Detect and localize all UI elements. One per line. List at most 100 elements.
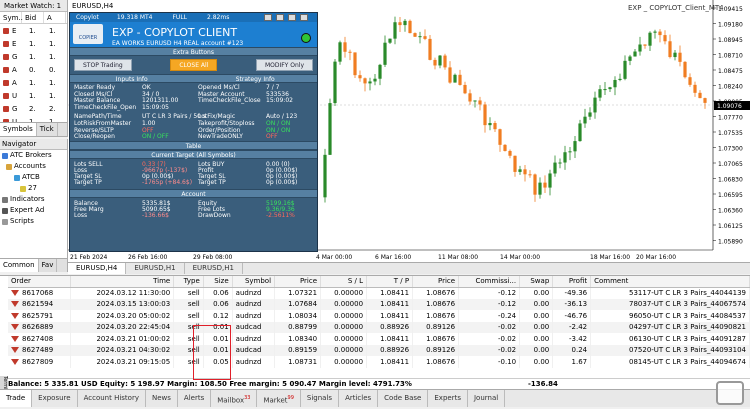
order-id: 8621594	[22, 300, 54, 309]
terminal-tab-alerts[interactable]: Alerts	[178, 390, 212, 407]
col-symbol[interactable]: Sym..	[0, 12, 23, 23]
tab-common[interactable]: Common	[0, 259, 39, 272]
column-header[interactable]: Swap	[519, 276, 554, 288]
candle-body	[653, 31, 657, 33]
nav-label: Accounts	[14, 162, 46, 170]
candle-body	[503, 144, 507, 151]
symbol-row[interactable]: G 1. 1.	[0, 50, 67, 63]
chart-tab-3[interactable]: EURUSD,H1	[185, 263, 243, 274]
chart-tab-2[interactable]: EURUSD,H1	[126, 263, 185, 274]
modify-only-button[interactable]: MODIFY Only	[255, 59, 313, 71]
terminal-tab-signals[interactable]: Signals	[301, 390, 340, 407]
time-label: 14 Mar 00:00	[500, 254, 540, 261]
chart-tab-1[interactable]: EURUSD,H4	[68, 263, 127, 274]
info-row: Close/Reopen ON / OFF NewTradeONLY OFF	[70, 134, 317, 141]
tab-favorites[interactable]: Fav	[39, 259, 58, 272]
symbol-row[interactable]: E 1. 1.	[0, 24, 67, 37]
terminal-tab-mailbox[interactable]: Mailbox33	[211, 390, 258, 407]
minimize-icon[interactable]	[288, 14, 296, 21]
table-row[interactable]: 8627809 2024.03.21 09:15:05 sell 0.05 audnzd…	[8, 356, 750, 368]
candle-body	[413, 33, 417, 37]
nav-indicators[interactable]: Indicators	[0, 194, 67, 205]
table-cell: 1.07321	[274, 287, 322, 299]
candle-body	[348, 51, 352, 53]
settings-icon[interactable]	[276, 14, 284, 21]
summary-text: Balance: 5 335.81 USD Equity: 5 198.97 M…	[8, 380, 412, 388]
table-row[interactable]: 8627489 2024.03.21 04:30:02 sell 0.01 audcad…	[8, 344, 750, 356]
column-header[interactable]: Price	[412, 276, 460, 288]
terminal-tab-exposure[interactable]: Exposure	[32, 390, 78, 407]
table-cell: 1.08411	[366, 287, 414, 299]
candle-body	[628, 56, 632, 61]
candle-body	[563, 152, 567, 163]
candle-body	[328, 103, 332, 155]
symbol-row[interactable]: A 1. 1.	[0, 76, 67, 89]
table-cell: 1.08034	[274, 310, 322, 322]
tab-label: Exposure	[38, 394, 71, 402]
account-info: Balance 5335.81$ Equity 5199.16$ Free Marg 50…	[70, 198, 317, 219]
tab-tick[interactable]: Tick	[37, 123, 58, 136]
column-header[interactable]: Type	[173, 276, 204, 288]
terminal-tab-journal[interactable]: Journal	[468, 390, 506, 407]
column-header[interactable]: Commissi...	[458, 276, 521, 288]
info-value: -2.5611%	[266, 212, 295, 219]
column-header[interactable]: T / P	[366, 276, 414, 288]
table-row[interactable]: 8617068 2024.03.12 11:30:00 sell 0.06 audnzd…	[8, 287, 750, 299]
column-header[interactable]: Size	[203, 276, 233, 288]
nav-account-atcb[interactable]: ATCB	[0, 172, 67, 183]
table-cell: 1.08411	[366, 333, 414, 345]
symbol-row[interactable]: G 2. 2.	[0, 102, 67, 115]
close-all-button[interactable]: CLOSE All	[170, 59, 218, 71]
column-header[interactable]: Time	[70, 276, 175, 288]
info-label: TimeCheckFile_Open	[74, 103, 137, 111]
table-row[interactable]: 8626889 2024.03.20 22:45:04 sell 0.01 audcad…	[8, 321, 750, 333]
terminal-tab-news[interactable]: News	[146, 390, 178, 407]
sell-icon	[11, 358, 19, 365]
tab-label: News	[151, 394, 171, 402]
table-row[interactable]: 8625791 2024.03.20 05:00:02 sell 0.12 audnzd…	[8, 310, 750, 322]
column-header[interactable]: Profit	[552, 276, 592, 288]
table-cell: 0.00000	[320, 287, 368, 299]
column-header[interactable]: Order	[8, 276, 71, 288]
nav-expert-advisors[interactable]: Expert Ad	[0, 205, 67, 216]
tab-symbols[interactable]: Symbols	[0, 123, 37, 136]
market-watch: Market Watch: 1 Sym.. Bid A E 1. 1. E 1. 1. G 1…	[0, 0, 68, 137]
symbol-row[interactable]: E 1. 1.	[0, 37, 67, 50]
column-header[interactable]: Comment	[590, 276, 750, 288]
stop-trading-button[interactable]: STOP Trading	[74, 59, 132, 71]
candle-body	[388, 38, 392, 43]
time-label: 20 Mar 16:00	[636, 254, 676, 261]
nav-accounts[interactable]: Accounts	[0, 161, 67, 172]
terminal-tab-articles[interactable]: Articles	[339, 390, 379, 407]
candle-body	[583, 116, 587, 124]
nav-broker[interactable]: ATC Brokers	[0, 150, 67, 161]
table-cell: 8621594	[8, 298, 71, 310]
symbol-icon	[3, 92, 9, 99]
close-icon[interactable]	[300, 14, 308, 21]
symbol-row[interactable]: A 0. 0.	[0, 63, 67, 76]
column-header[interactable]: S / L	[320, 276, 368, 288]
terminal-tab-trade[interactable]: Trade	[0, 390, 33, 407]
symbol-row[interactable]: U 1. 1.	[0, 89, 67, 102]
col-ask[interactable]: A	[44, 12, 66, 23]
strategy-info-header: Strategy Info	[193, 74, 317, 83]
col-bid[interactable]: Bid	[22, 12, 44, 23]
help-icon[interactable]	[264, 14, 272, 21]
table-row[interactable]: 8627408 2024.03.21 01:00:02 sell 0.01 audnzd…	[8, 333, 750, 345]
terminal-tab-market[interactable]: Market99	[257, 390, 301, 407]
column-header[interactable]: Symbol	[232, 276, 276, 288]
symbol-name: E	[12, 39, 17, 48]
nav-account-number[interactable]: 27	[0, 183, 67, 194]
candle-body	[638, 44, 642, 52]
table-cell: 1.67	[552, 356, 592, 368]
column-header[interactable]: Price	[274, 276, 322, 288]
nav-scripts[interactable]: Scripts	[0, 216, 67, 227]
table-row[interactable]: 8621594 2024.03.15 13:00:03 sell 0.06 audnzd…	[8, 298, 750, 310]
table-cell: 06130-UT C LR 3 Pairs_44091287	[590, 333, 750, 345]
terminal-tab-experts[interactable]: Experts	[428, 390, 468, 407]
market-watch-columns: Sym.. Bid A	[0, 12, 67, 24]
panel-mode: FULL	[172, 14, 188, 21]
candle-body	[648, 32, 652, 46]
terminal-tab-code-base[interactable]: Code Base	[378, 390, 429, 407]
terminal-tab-account-history[interactable]: Account History	[78, 390, 146, 407]
